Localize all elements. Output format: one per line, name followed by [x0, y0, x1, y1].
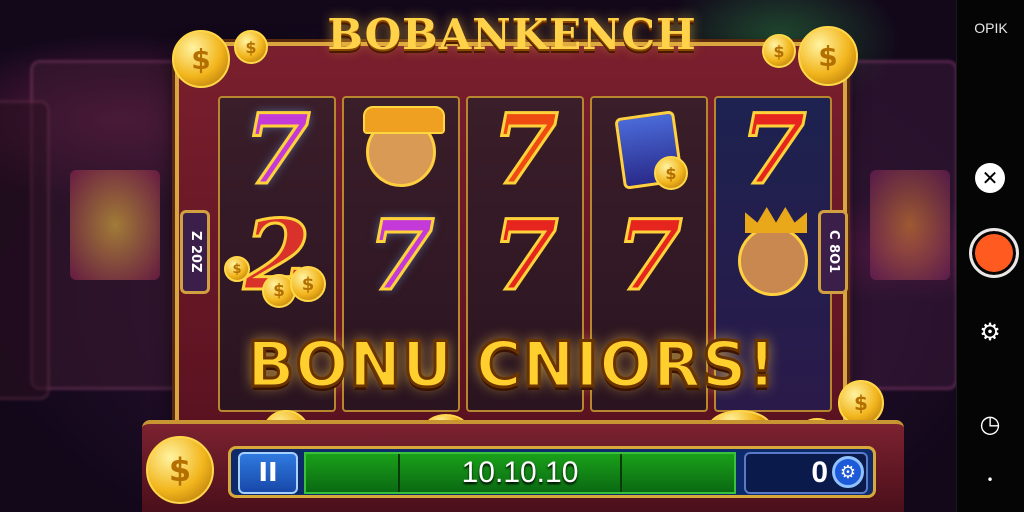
symbol-seven-purple: 7: [242, 96, 312, 206]
left-side-panel: Z 20Z: [180, 210, 210, 294]
spin-button[interactable]: ⚙: [832, 456, 864, 488]
gear-icon: ⚙: [979, 318, 1001, 346]
camera-switch-button[interactable]: ✕: [970, 158, 1010, 198]
background-arcade-screen-left: [70, 170, 160, 280]
spin-gear-icon: ⚙: [839, 461, 857, 483]
dollar-coin-icon: $: [798, 26, 858, 86]
game-title: BOBANKENCH: [327, 10, 697, 59]
balance-value: 10.10.10: [461, 456, 579, 489]
clock-icon: ◷: [979, 410, 1001, 438]
hat-icon: [363, 106, 445, 134]
character-face: [363, 106, 445, 187]
crown-icon: [745, 207, 807, 233]
pause-icon: II: [258, 458, 278, 488]
symbol-seven-red: 7: [614, 199, 684, 312]
symbol-seven-red: 7: [490, 199, 560, 312]
dollar-coin-icon: $: [234, 30, 268, 64]
symbol-seven-red: 7: [738, 96, 808, 206]
record-button[interactable]: [969, 228, 1019, 278]
character-face: [738, 207, 808, 296]
symbol-character-crown: [716, 207, 830, 306]
mode-label: OPIK: [974, 20, 1008, 36]
dollar-coin-icon: $: [290, 266, 326, 302]
game-screen: BOBANKENCH 7 2 $ $ $ 7 7 7 $ 7 7 Z 20Z C…: [0, 0, 1024, 512]
symbol-seven-orange: 7: [490, 96, 560, 206]
right-side-panel: C 8O1: [818, 210, 848, 294]
dollar-coin-icon: $: [762, 34, 796, 68]
timer-button[interactable]: ◷: [970, 404, 1010, 444]
symbol-seven-purple: 7: [366, 199, 436, 312]
symbol-character-hat: [344, 106, 458, 192]
dollar-coin-icon: $: [654, 156, 688, 190]
symbol-card-coins: [592, 106, 706, 194]
pause-button[interactable]: II: [238, 452, 298, 494]
dollar-coin-icon: $: [146, 436, 214, 504]
background-arcade-screen-right: [870, 170, 950, 280]
cross-circle-icon: ✕: [975, 163, 1005, 193]
dollar-coin-icon: $: [172, 30, 230, 88]
win-value: 0: [811, 456, 828, 489]
more-dot: •: [986, 473, 994, 487]
dollar-coin-icon: $: [224, 256, 250, 282]
settings-button[interactable]: ⚙: [970, 312, 1010, 352]
